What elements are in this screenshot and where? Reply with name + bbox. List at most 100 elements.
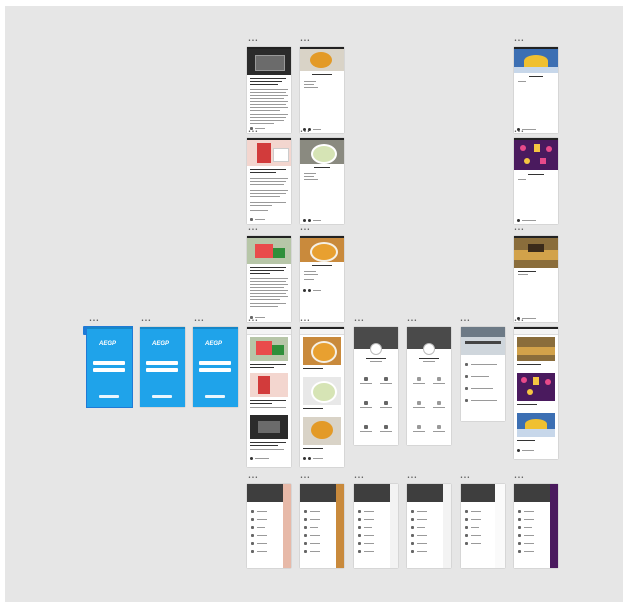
grid-icon[interactable]	[437, 377, 441, 381]
artboard-label[interactable]: •••	[300, 228, 310, 233]
location-icon	[465, 363, 468, 366]
artboard-label[interactable]: •••	[300, 319, 310, 324]
artboard-drawer-5[interactable]	[461, 484, 505, 568]
grid-icon[interactable]	[437, 425, 441, 429]
artboard-label[interactable]: •••	[354, 476, 364, 481]
login-button[interactable]	[152, 395, 172, 398]
artboard-label[interactable]: •••	[514, 228, 524, 233]
username-field[interactable]	[199, 361, 231, 365]
event-image	[514, 140, 558, 170]
artboard-drawer-4[interactable]	[407, 484, 451, 568]
artboard-label[interactable]: •••	[407, 319, 417, 324]
grid-icon[interactable]	[384, 425, 388, 429]
nav-drawer[interactable]	[300, 484, 336, 568]
artboard-label[interactable]: •••	[248, 319, 258, 324]
artboard-label[interactable]: •••	[248, 476, 258, 481]
artboard-article-3[interactable]	[247, 236, 291, 322]
artboard-label[interactable]: •••	[514, 476, 524, 481]
artboard-recipe-feed[interactable]	[300, 327, 344, 467]
artboard-label[interactable]: •••	[460, 476, 470, 481]
artboard-label[interactable]: •••	[354, 319, 364, 324]
drawer-header	[300, 484, 336, 502]
artboard-label[interactable]: •••	[514, 130, 524, 135]
grid-icon[interactable]	[384, 377, 388, 381]
artboard-label[interactable]: •••	[514, 319, 524, 324]
artboard-login-1[interactable]: AEGP	[86, 326, 133, 408]
building-image	[461, 327, 505, 355]
avatar	[370, 343, 382, 355]
logo: AEGP	[152, 341, 170, 347]
grid-icon[interactable]	[364, 401, 368, 405]
password-field[interactable]	[146, 368, 178, 372]
artboard-contact[interactable]	[461, 327, 505, 421]
drawer-header	[461, 484, 495, 502]
artboard-recipe-2[interactable]	[300, 138, 344, 224]
login-button[interactable]	[99, 395, 119, 398]
artboard-label[interactable]: •••	[300, 39, 310, 44]
grid-icon[interactable]	[437, 401, 441, 405]
artboard-drawer-1[interactable]	[247, 484, 291, 568]
artboard-drawer-3[interactable]	[354, 484, 398, 568]
artboard-news-feed[interactable]	[247, 327, 291, 467]
artboard-label[interactable]: •••	[407, 476, 417, 481]
artboard-label[interactable]: •••	[141, 319, 151, 324]
nav-drawer[interactable]	[461, 484, 495, 568]
drawer-header	[514, 484, 550, 502]
nav-drawer[interactable]	[514, 484, 550, 568]
drawer-header	[247, 484, 283, 502]
email-icon	[465, 387, 468, 390]
feed-image	[303, 377, 341, 405]
artboard-article-2[interactable]	[247, 138, 291, 224]
username-field[interactable]	[93, 361, 125, 365]
artboard-recipe-1[interactable]	[300, 47, 344, 133]
password-field[interactable]	[199, 368, 231, 372]
artboard-login-2[interactable]: AEGP	[140, 327, 185, 407]
grid-icon[interactable]	[364, 377, 368, 381]
artboard-label[interactable]: •••	[300, 476, 310, 481]
nav-drawer[interactable]	[247, 484, 283, 568]
artboard-drawer-6[interactable]	[514, 484, 558, 568]
drawer-header	[407, 484, 443, 502]
artboard-label[interactable]: •••	[248, 228, 258, 233]
artboard-label[interactable]: •••	[248, 130, 258, 135]
artboard-label[interactable]: •••	[460, 319, 470, 324]
grid-icon[interactable]	[364, 425, 368, 429]
phone-icon	[465, 375, 468, 378]
artboard-login-3[interactable]: AEGP	[193, 327, 238, 407]
login-button[interactable]	[205, 395, 225, 398]
artboard-profile-1[interactable]	[354, 327, 398, 445]
artboard-label[interactable]: •••	[514, 39, 524, 44]
artboard-drawer-2[interactable]	[300, 484, 344, 568]
artboard-label[interactable]: •••	[300, 130, 310, 135]
grid-icon[interactable]	[417, 377, 421, 381]
article-image	[247, 238, 291, 264]
artboard-label[interactable]: •••	[89, 319, 99, 324]
artboard-label[interactable]: •••	[194, 319, 204, 324]
artboard-profile-2[interactable]	[407, 327, 451, 445]
logo: AEGP	[205, 341, 223, 347]
scrim	[443, 484, 451, 568]
scrim	[283, 484, 291, 568]
grid-icon[interactable]	[384, 401, 388, 405]
artboard-event-2[interactable]	[514, 138, 558, 224]
nav-drawer[interactable]	[354, 484, 390, 568]
artboard-recipe-3[interactable]	[300, 236, 344, 322]
grid-icon[interactable]	[417, 425, 421, 429]
artboard-events-feed[interactable]	[514, 327, 558, 459]
feed-image	[250, 373, 288, 397]
event-image	[514, 238, 558, 268]
app-bar	[300, 329, 344, 335]
password-field[interactable]	[93, 368, 125, 372]
article-image	[247, 49, 291, 75]
app-bar	[514, 329, 558, 335]
artboard-label[interactable]: •••	[248, 39, 258, 44]
artboard-event-3[interactable]	[514, 236, 558, 322]
grid-icon[interactable]	[417, 401, 421, 405]
scrim	[390, 484, 398, 568]
username-field[interactable]	[146, 361, 178, 365]
scrim	[550, 484, 558, 568]
artboard-event-1[interactable]	[514, 47, 558, 133]
design-canvas[interactable]: ••• ••• ••• ••• ••• ••• ••• ••• ••• ••• …	[5, 6, 623, 602]
artboard-article-1[interactable]	[247, 47, 291, 133]
nav-drawer[interactable]	[407, 484, 443, 568]
